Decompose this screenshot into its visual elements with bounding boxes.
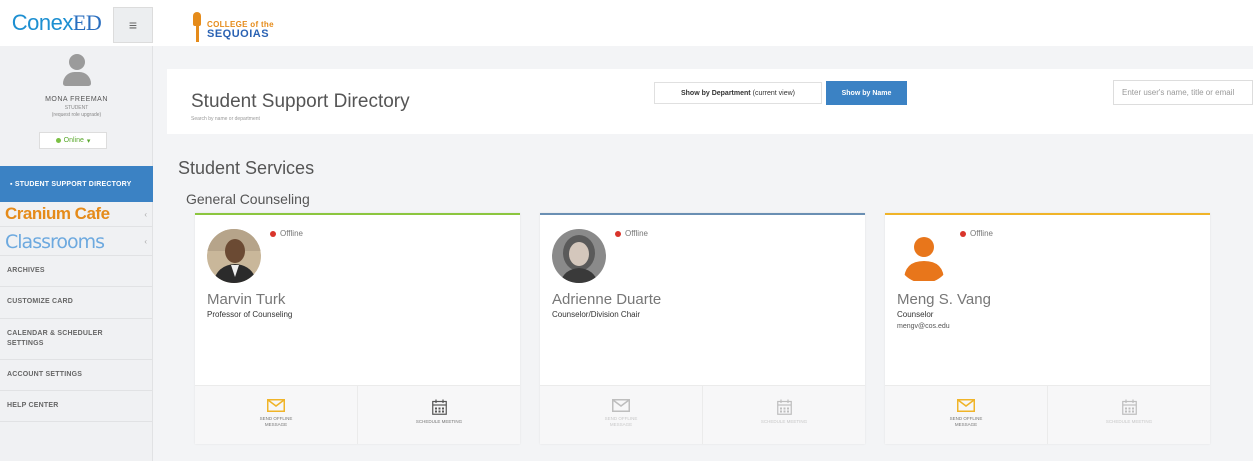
card-actions: SEND OFFLINE MESSAGE SCHEDULE MEETING	[540, 385, 865, 444]
default-avatar-icon	[897, 229, 951, 283]
sidebar-item-customize-card[interactable]: CUSTOMIZE CARD	[0, 287, 153, 319]
schedule-meeting-label: SCHEDULE MEETING	[1105, 419, 1153, 424]
schedule-meeting-label: SCHEDULE MEETING	[415, 419, 463, 424]
calendar-icon	[431, 399, 447, 415]
user-profile: MONA FREEMAN STUDENT (request role upgra…	[0, 46, 152, 166]
staff-name: Adrienne Duarte	[552, 291, 662, 308]
staff-card: Offline Adrienne Duarte Counselor/Divisi…	[540, 213, 865, 444]
sidebar-item-archives[interactable]: ARCHIVES	[0, 256, 153, 287]
cranium-cafe-logo: Cranium Cafe	[5, 204, 110, 223]
user-role: STUDENT	[64, 105, 89, 111]
show-by-department-label: Show by Department	[680, 89, 751, 97]
staff-photo	[552, 229, 606, 283]
show-by-name-button[interactable]: Show by Name	[826, 81, 907, 105]
card-accent-bar	[540, 213, 865, 215]
staff-name: Meng S. Vang	[897, 291, 991, 308]
menu-toggle-button[interactable]: ≡	[113, 7, 153, 43]
sidebar-item-classrooms[interactable]: Classrooms ‹	[0, 228, 153, 256]
schedule-meeting-button[interactable]: SCHEDULE MEETING	[702, 386, 865, 444]
directory-search-input[interactable]	[1113, 80, 1253, 105]
caret-down-icon: ▾	[86, 137, 91, 145]
user-avatar-icon	[62, 54, 92, 88]
current-view-label: (current view)	[752, 89, 796, 97]
envelope-icon	[612, 399, 630, 412]
card-actions: SEND OFFLINE MESSAGE SCHEDULE MEETING	[195, 385, 520, 444]
page-subtitle: Search by name or department	[191, 116, 260, 122]
staff-name: Marvin Turk	[207, 291, 286, 308]
status-label: Offline	[625, 229, 648, 238]
department-title: General Counseling	[186, 191, 310, 207]
directory-header: Student Support Directory Search by name…	[167, 69, 1253, 134]
status-label: Offline	[280, 229, 303, 238]
role-upgrade-link[interactable]: (request role upgrade)	[0, 112, 153, 118]
sidebar: MONA FREEMAN STUDENT (request role upgra…	[0, 46, 153, 461]
card-accent-bar	[195, 213, 520, 215]
sidebar-item-help-center[interactable]: HELP CENTER	[0, 391, 153, 422]
send-offline-message-button[interactable]: SEND OFFLINE MESSAGE	[195, 386, 357, 444]
send-offline-message-label: SEND OFFLINE MESSAGE	[949, 416, 983, 428]
online-status-label: Online	[63, 137, 84, 144]
college-logo-line2: SEQUOIAS	[207, 28, 270, 40]
chevron-left-icon: ‹	[144, 237, 147, 246]
card-actions: SEND OFFLINE MESSAGE SCHEDULE MEETING	[885, 385, 1210, 444]
online-dot-icon	[55, 138, 61, 143]
show-by-department-button[interactable]: Show by Department (current view)	[654, 82, 822, 104]
send-offline-message-button[interactable]: SEND OFFLINE MESSAGE	[540, 386, 702, 444]
classrooms-logo: Classrooms	[5, 230, 105, 253]
send-offline-message-button[interactable]: SEND OFFLINE MESSAGE	[885, 386, 1047, 444]
college-logo: COLLEGE of the SEQUOIAS	[190, 12, 274, 42]
status-indicator: Offline	[270, 229, 303, 238]
staff-email[interactable]: mengv@cos.edu	[897, 323, 950, 330]
staff-card: Offline Meng S. Vang Counselor mengv@cos…	[885, 213, 1210, 444]
conexed-logo[interactable]: Conex ED	[0, 0, 113, 46]
staff-card: Offline Marvin Turk Professor of Counsel…	[195, 213, 520, 444]
brand-conex-text: Conex	[11, 10, 74, 35]
sidebar-item-account-settings[interactable]: ACCOUNT SETTINGS	[0, 360, 153, 391]
status-indicator: Offline	[615, 229, 648, 238]
schedule-meeting-label: SCHEDULE MEETING	[760, 419, 808, 424]
envelope-icon	[957, 399, 975, 412]
sidebar-item-cranium-cafe[interactable]: Cranium Cafe ‹	[0, 202, 153, 227]
top-bar: Conex ED ≡ COLLEGE of the SEQUOIAS	[0, 0, 1253, 46]
card-accent-bar	[885, 213, 1210, 215]
section-title: Student Services	[178, 158, 315, 178]
offline-dot-icon	[960, 230, 966, 237]
sidebar-item-student-support-directory[interactable]: ▪ STUDENT SUPPORT DIRECTORY	[0, 166, 153, 202]
staff-title: Counselor/Division Chair	[552, 310, 641, 319]
staff-title: Professor of Counseling	[207, 310, 293, 319]
brand-ed-text: ED	[72, 10, 102, 35]
hamburger-icon: ≡	[128, 17, 138, 33]
staff-title: Counselor	[897, 310, 934, 319]
sidebar-item-calendar-scheduler-settings[interactable]: CALENDAR & SCHEDULER SETTINGS	[0, 319, 153, 360]
sequoia-tree-icon	[190, 12, 204, 42]
offline-dot-icon	[615, 230, 621, 237]
status-indicator: Offline	[960, 229, 993, 238]
calendar-icon	[776, 399, 792, 415]
user-name: MONA FREEMAN	[45, 96, 108, 103]
offline-dot-icon	[270, 230, 276, 237]
send-offline-message-label: SEND OFFLINE MESSAGE	[604, 416, 638, 428]
page-title: Student Support Directory	[191, 91, 410, 112]
staff-photo	[207, 229, 261, 283]
schedule-meeting-button[interactable]: SCHEDULE MEETING	[1047, 386, 1210, 444]
calendar-icon	[1121, 399, 1137, 415]
schedule-meeting-button[interactable]: SCHEDULE MEETING	[357, 386, 520, 444]
envelope-icon	[267, 399, 285, 412]
chevron-left-icon: ‹	[144, 209, 147, 219]
send-offline-message-label: SEND OFFLINE MESSAGE	[259, 416, 293, 428]
online-status-dropdown[interactable]: Online ▾	[39, 132, 107, 149]
status-label: Offline	[970, 229, 993, 238]
